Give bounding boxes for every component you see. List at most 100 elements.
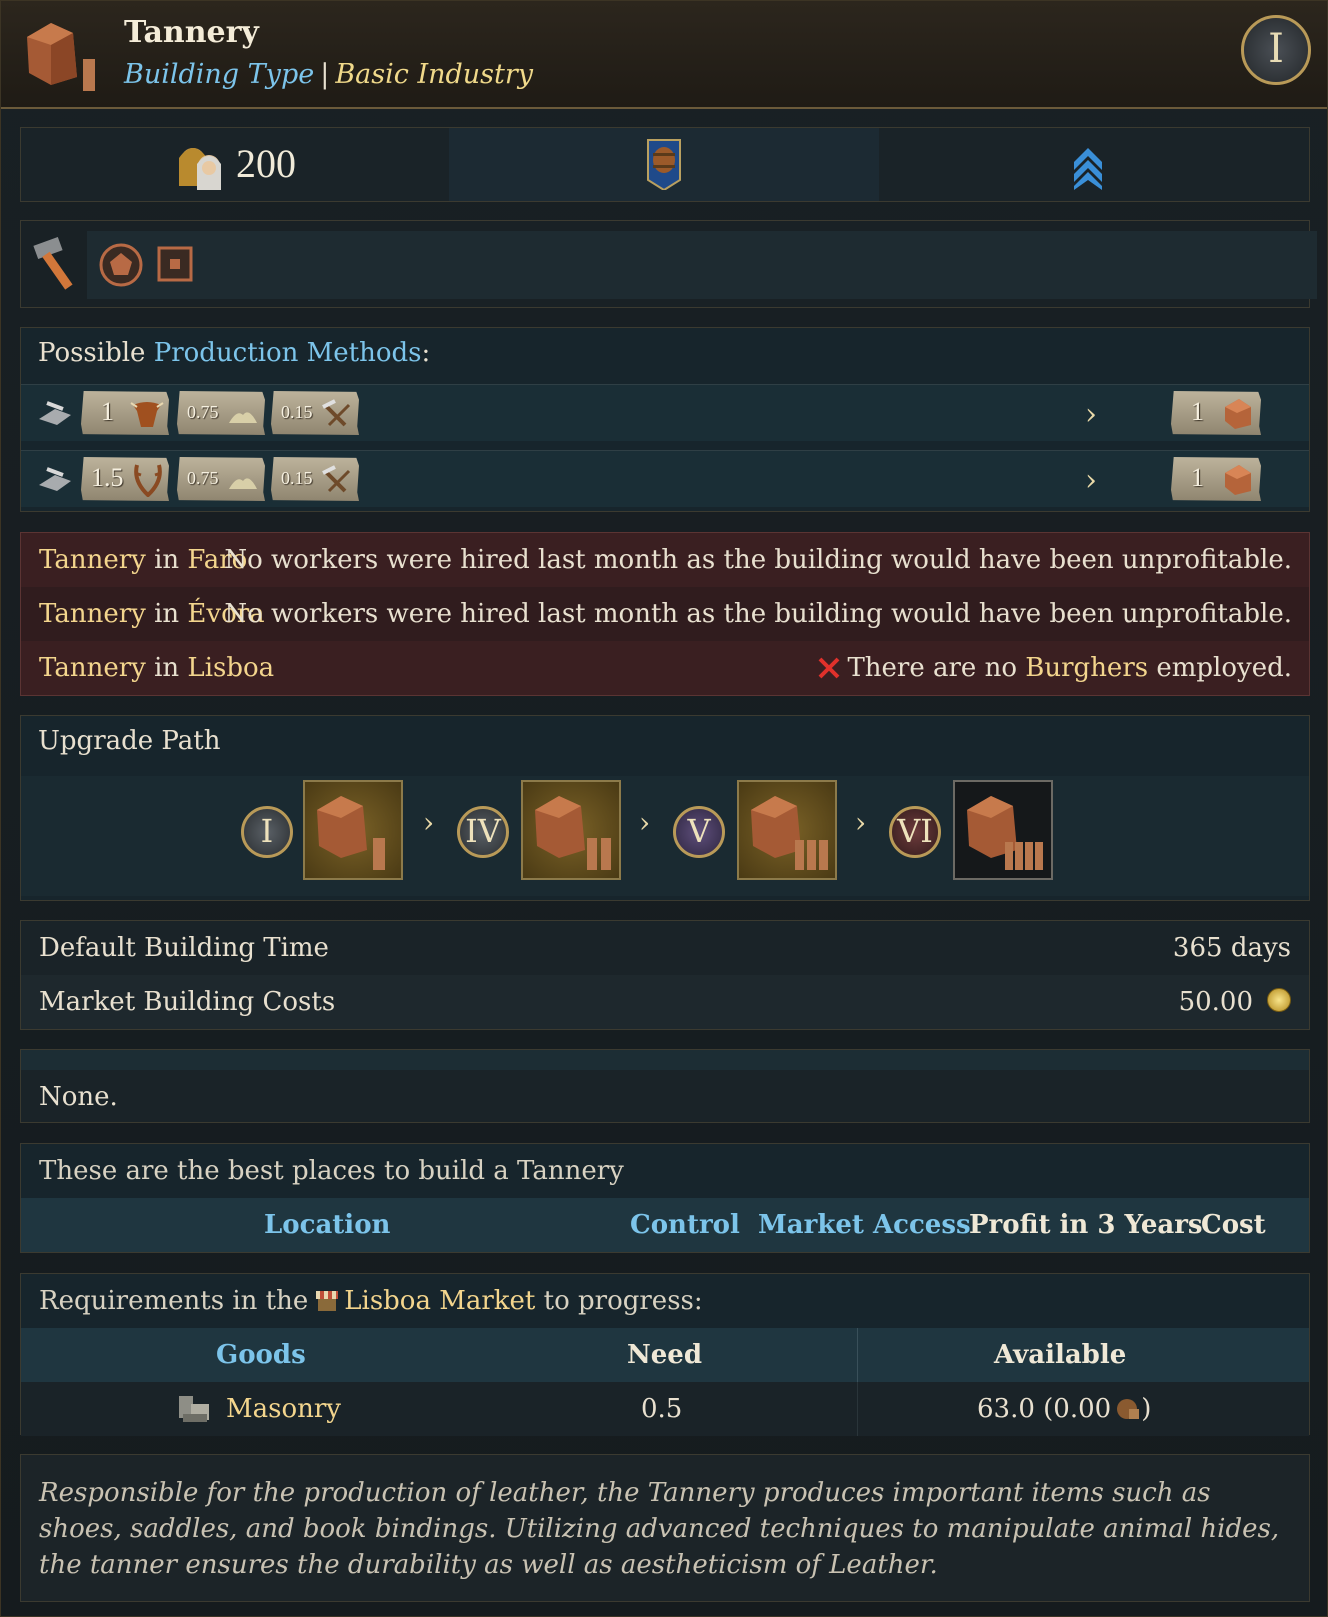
issue-building-name: Tannery: [39, 545, 146, 575]
tier-iv-badge[interactable]: IV: [457, 806, 509, 858]
column-location[interactable]: Location: [264, 1210, 390, 1240]
issue-row[interactable]: Tannery in Lisboa There are no Burghers …: [21, 641, 1309, 695]
production-method-row[interactable]: 1 0.75 0.15 › 1: [21, 384, 1309, 441]
issue-message: There are no Burghers employed.: [817, 653, 1292, 683]
issue-building: Tannery in Lisboa: [39, 653, 274, 683]
red-x-icon: [819, 657, 840, 679]
requirements-panel: Requirements in the Lisboa Market to prog…: [20, 1273, 1310, 1436]
hammer-icon[interactable]: [33, 235, 85, 291]
requirement-row[interactable]: Masonry 0.5 63.0 (0.00): [21, 1382, 1309, 1436]
market-link[interactable]: Lisboa Market: [344, 1286, 535, 1316]
tools-icon: [322, 465, 351, 493]
input-cattle[interactable]: 1: [81, 391, 169, 435]
barrel-banner-icon: [647, 139, 681, 190]
leather-building-icon: [535, 796, 611, 870]
tannery-level-2-icon[interactable]: [521, 780, 621, 880]
available-value: 63.0 (0.00): [977, 1394, 1151, 1424]
req-suffix: to progress:: [543, 1286, 703, 1316]
output-leather[interactable]: 1: [1171, 457, 1261, 501]
tools-bar: [87, 231, 1317, 299]
production-methods-panel: Possible Production Methods: 1 0.75 0.15…: [20, 327, 1310, 512]
column-available[interactable]: Available: [994, 1340, 1126, 1370]
building-category: Basic Industry: [335, 59, 534, 90]
pentagon-icon[interactable]: [99, 243, 143, 287]
input-amount: 0.75: [187, 468, 219, 488]
input-amount: 0.75: [187, 402, 219, 422]
building-type-link[interactable]: Building Type: [124, 59, 314, 90]
market-cost-value: 50.00: [1178, 987, 1253, 1017]
tooltip-header: Tannery Building Type | Basic Industry I: [1, 1, 1327, 109]
cattle-icon: [130, 402, 164, 427]
upgrade-arrow-icon: ›: [855, 806, 867, 839]
issue-location[interactable]: Lisboa: [187, 653, 274, 683]
tier-i-badge[interactable]: I: [241, 806, 293, 858]
issue-row[interactable]: Tannery in Faro No workers were hired la…: [21, 533, 1309, 587]
input-salt[interactable]: 0.75: [177, 391, 265, 435]
trade-goods-icon: [1117, 1399, 1140, 1419]
input-tools[interactable]: 0.15: [271, 457, 359, 501]
description-text: Responsible for the production of leathe…: [39, 1478, 1280, 1580]
column-need[interactable]: Need: [627, 1340, 702, 1370]
masonry-icon: [179, 1396, 209, 1422]
leather-building-icon: [27, 23, 95, 91]
column-control[interactable]: Control: [630, 1210, 740, 1240]
production-platform-icon: [39, 401, 71, 425]
salt-icon: [229, 478, 257, 489]
input-amount: 1.5: [91, 463, 124, 492]
column-market-access[interactable]: Market Access: [758, 1210, 971, 1240]
pm-title-suffix: :: [421, 338, 431, 368]
requirements-title: Requirements in the Lisboa Market to prog…: [39, 1286, 703, 1316]
burghers-link[interactable]: Burghers: [1025, 653, 1148, 683]
market-stall-icon: [316, 1291, 339, 1311]
population-cell[interactable]: 200: [21, 128, 449, 201]
input-amount: 0.15: [281, 468, 313, 488]
best-places-panel: These are the best places to build a Tan…: [20, 1143, 1310, 1253]
available-amount: 63.0 (0.00: [977, 1394, 1112, 1424]
building-subtitle: Building Type | Basic Industry: [124, 59, 533, 90]
issue-row[interactable]: Tannery in Évora No workers were hired l…: [21, 587, 1309, 641]
column-profit[interactable]: Profit in 3 Years: [969, 1210, 1203, 1240]
issue-msg-pre: There are no: [847, 653, 1017, 683]
leather-building-icon: [751, 796, 828, 870]
population-value: 200: [236, 141, 296, 186]
build-time-row: Default Building Time 365 days: [21, 921, 1309, 975]
produces-arrow-icon: ›: [1085, 463, 1097, 498]
stats-panel: 200: [20, 127, 1310, 202]
issue-building-name: Tannery: [39, 653, 146, 683]
square-icon[interactable]: [157, 246, 193, 282]
production-method-row[interactable]: 1.5 0.75 0.15 › 1: [21, 450, 1309, 507]
tannery-level-3-icon[interactable]: [737, 780, 837, 880]
level-chevron-cell[interactable]: [879, 128, 1309, 201]
input-antlers[interactable]: 1.5: [81, 457, 169, 501]
column-goods[interactable]: Goods: [216, 1340, 306, 1370]
none-text: None.: [39, 1082, 118, 1112]
leather-icon: [1225, 465, 1251, 495]
double-chevron-icon: [1074, 148, 1102, 190]
tannery-level-4-icon[interactable]: [953, 780, 1053, 880]
produces-arrow-icon: ›: [1085, 397, 1097, 432]
building-info-panel: Default Building Time 365 days Market Bu…: [20, 920, 1310, 1030]
tier-badge[interactable]: I: [1241, 15, 1311, 85]
tier-v-badge[interactable]: V: [673, 806, 725, 858]
tier-vi-badge[interactable]: VI: [889, 806, 941, 858]
upgrade-path-panel: Upgrade Path I › IV › V › VI: [20, 715, 1310, 901]
output-amount: 1: [1191, 397, 1204, 426]
leather-icon: [1225, 399, 1251, 429]
production-methods-link[interactable]: Production Methods: [154, 338, 422, 368]
building-title: Tannery: [124, 15, 259, 50]
input-amount: 1: [101, 397, 114, 426]
need-value: 0.5: [641, 1394, 683, 1424]
tannery-level-1-icon[interactable]: [303, 780, 403, 880]
issue-in: in: [154, 545, 180, 575]
input-tools[interactable]: 0.15: [271, 391, 359, 435]
input-salt[interactable]: 0.75: [177, 457, 265, 501]
leather-building-icon: [317, 796, 385, 870]
masonry-link[interactable]: Masonry: [226, 1394, 341, 1424]
coin-icon: [1267, 988, 1291, 1012]
req-prefix: Requirements in the: [39, 1286, 309, 1316]
description-panel: Responsible for the production of leathe…: [20, 1454, 1310, 1602]
output-leather[interactable]: 1: [1171, 391, 1261, 435]
issue-in: in: [154, 599, 180, 629]
column-cost[interactable]: Cost: [1201, 1210, 1266, 1240]
goods-banner-cell[interactable]: [449, 128, 879, 201]
